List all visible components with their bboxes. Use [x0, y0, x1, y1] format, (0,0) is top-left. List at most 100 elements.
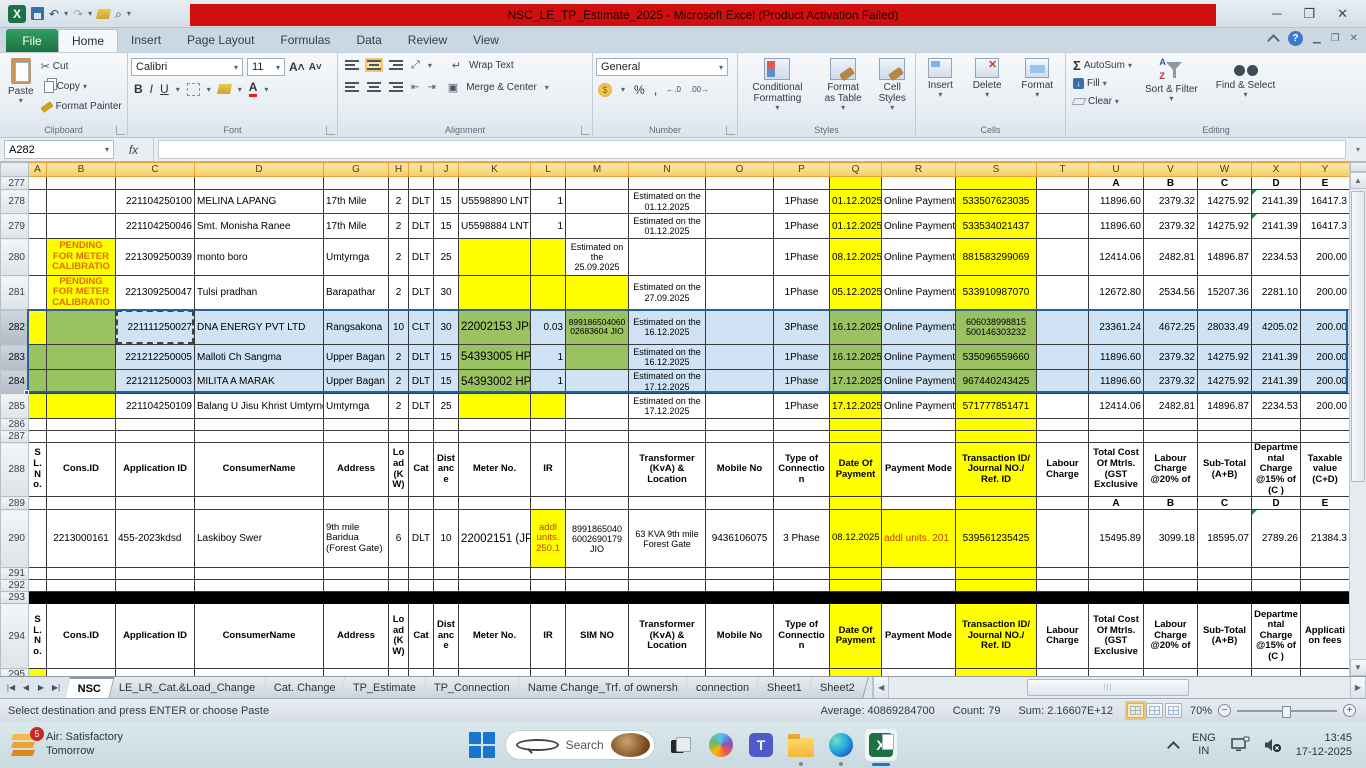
cell-B279[interactable] — [46, 213, 116, 239]
cell-U290[interactable]: 15495.89 — [1088, 509, 1144, 569]
cell-W295[interactable] — [1197, 668, 1252, 676]
cell-G284[interactable]: Upper Bagan — [323, 369, 389, 394]
alignment-dialog-launcher-icon[interactable] — [581, 126, 590, 135]
ribbon-tab-page-layout[interactable]: Page Layout — [174, 29, 267, 52]
cell-W278[interactable]: 14275.92 — [1197, 189, 1252, 214]
cell-P288[interactable]: Type of Connection — [773, 441, 830, 498]
ribbon-tab-data[interactable]: Data — [343, 29, 394, 52]
cell-M279[interactable] — [565, 213, 629, 239]
cell-Y289[interactable]: E — [1300, 496, 1349, 511]
cell-U291[interactable] — [1088, 567, 1144, 581]
cell-V285[interactable]: 2482.81 — [1143, 393, 1198, 419]
cell-Y282[interactable]: 200.00 — [1300, 309, 1349, 345]
row-header-282[interactable]: 282 — [0, 309, 29, 345]
cell-H279[interactable]: 2 — [388, 213, 409, 239]
cell-M280[interactable]: Estimated on the 25.09.2025 — [565, 238, 629, 276]
column-header-O[interactable]: O — [705, 162, 774, 177]
cell-J282[interactable]: 30 — [433, 309, 459, 345]
cell-D286[interactable] — [194, 418, 324, 431]
cell-C291[interactable] — [115, 567, 195, 581]
cell-O292[interactable] — [705, 579, 774, 593]
italic-button[interactable]: I — [150, 82, 153, 96]
column-header-I[interactable]: I — [408, 162, 434, 177]
cell-C284[interactable]: 221211250003 — [115, 369, 195, 394]
cell-A288[interactable]: SL.No. — [28, 441, 47, 498]
cell-V281[interactable]: 2534.56 — [1143, 275, 1198, 310]
cell-S292[interactable] — [955, 579, 1037, 593]
cell-S277[interactable] — [955, 176, 1037, 190]
cell-Q286[interactable] — [829, 418, 882, 431]
cell-N295[interactable] — [628, 668, 706, 676]
taskbar-clock[interactable]: 13:45 17-12-2025 — [1296, 731, 1352, 760]
row-header-277[interactable]: 277 — [0, 176, 29, 190]
merge-center-button[interactable]: Merge & Center — [466, 79, 537, 96]
font-dialog-launcher-icon[interactable] — [326, 126, 335, 135]
cell-G287[interactable] — [323, 430, 389, 443]
file-explorer-icon[interactable] — [785, 729, 817, 766]
last-sheet-icon[interactable]: ▶| — [49, 683, 63, 692]
cell-P283[interactable]: 1Phase — [773, 344, 830, 370]
cell-D289[interactable] — [194, 496, 324, 511]
cell-O280[interactable] — [705, 238, 774, 276]
cell-T294[interactable]: Labour Charge — [1036, 603, 1089, 670]
cell-S286[interactable] — [955, 418, 1037, 431]
cell-I277[interactable] — [408, 176, 434, 190]
cell-P287[interactable] — [773, 430, 830, 443]
cell-V284[interactable]: 2379.32 — [1143, 369, 1198, 394]
name-box-dropdown-icon[interactable]: ▾ — [105, 145, 109, 154]
cell-B284[interactable] — [46, 369, 116, 394]
wrap-text-button[interactable]: Wrap Text — [469, 57, 514, 74]
sheet-tab-connection[interactable]: connection — [682, 677, 764, 698]
cell-X291[interactable] — [1251, 567, 1301, 581]
cell-C294[interactable]: Application ID — [115, 603, 195, 670]
cell-U293[interactable] — [1088, 591, 1144, 605]
decrease-indent-icon[interactable]: ⇤ — [411, 82, 419, 93]
cell-M289[interactable] — [565, 496, 629, 511]
cell-Q280[interactable]: 08.12.2025 — [829, 238, 882, 276]
cell-D283[interactable]: Malloti Ch Sangma — [194, 344, 324, 370]
cell-V277[interactable]: B — [1143, 176, 1198, 190]
cell-C293[interactable] — [115, 591, 195, 605]
cell-V295[interactable] — [1143, 668, 1198, 676]
page-break-view-icon[interactable] — [1164, 703, 1182, 718]
cell-M288[interactable] — [565, 441, 629, 498]
cell-V286[interactable] — [1143, 418, 1198, 431]
cell-A285[interactable] — [28, 393, 47, 419]
cell-G295[interactable] — [323, 668, 389, 676]
cell-V283[interactable]: 2379.32 — [1143, 344, 1198, 370]
cell-B291[interactable] — [46, 567, 116, 581]
cell-X294[interactable]: Departmental Charge @15% of (C ) — [1251, 603, 1301, 670]
cell-A292[interactable] — [28, 579, 47, 593]
cell-C281[interactable]: 221309250047 — [115, 275, 195, 310]
ribbon-tab-formulas[interactable]: Formulas — [267, 29, 343, 52]
cell-M282[interactable]: 899186504060 02683604 JIO — [565, 309, 629, 345]
cell-K292[interactable] — [458, 579, 531, 593]
align-top-icon[interactable] — [345, 60, 359, 70]
cell-X295[interactable] — [1251, 668, 1301, 676]
cell-S283[interactable]: 535096559660 — [955, 344, 1037, 370]
cell-K279[interactable]: U5598884 LNT — [458, 213, 531, 239]
cell-L295[interactable] — [530, 668, 566, 676]
cell-B294[interactable]: Cons.ID — [46, 603, 116, 670]
cell-I289[interactable] — [408, 496, 434, 511]
excel-taskbar-icon[interactable]: X — [865, 729, 897, 766]
cell-H282[interactable]: 10 — [388, 309, 409, 345]
cell-T277[interactable] — [1036, 176, 1089, 190]
column-header-C[interactable]: C — [115, 162, 195, 177]
cell-H280[interactable]: 2 — [388, 238, 409, 276]
cell-I285[interactable]: DLT — [408, 393, 434, 419]
cell-U284[interactable]: 11896.60 — [1088, 369, 1144, 394]
cell-Y279[interactable]: 16417.3 — [1300, 213, 1349, 239]
insert-cells-button[interactable]: Insert ▾ — [923, 55, 958, 103]
cell-C278[interactable]: 221104250100 — [115, 189, 195, 214]
row-header-294[interactable]: 294 — [0, 603, 29, 670]
cell-B278[interactable] — [46, 189, 116, 214]
number-format-select[interactable]: General ▾ — [596, 58, 728, 76]
cell-Q292[interactable] — [829, 579, 882, 593]
column-header-T[interactable]: T — [1036, 162, 1089, 177]
cell-S284[interactable]: 967440243425 — [955, 369, 1037, 394]
cell-B281[interactable]: PENDING FOR METER CALIBRATIO — [46, 275, 116, 310]
cell-B286[interactable] — [46, 418, 116, 431]
workbook-close-icon[interactable]: ✕ — [1350, 33, 1358, 44]
column-header-H[interactable]: H — [388, 162, 409, 177]
